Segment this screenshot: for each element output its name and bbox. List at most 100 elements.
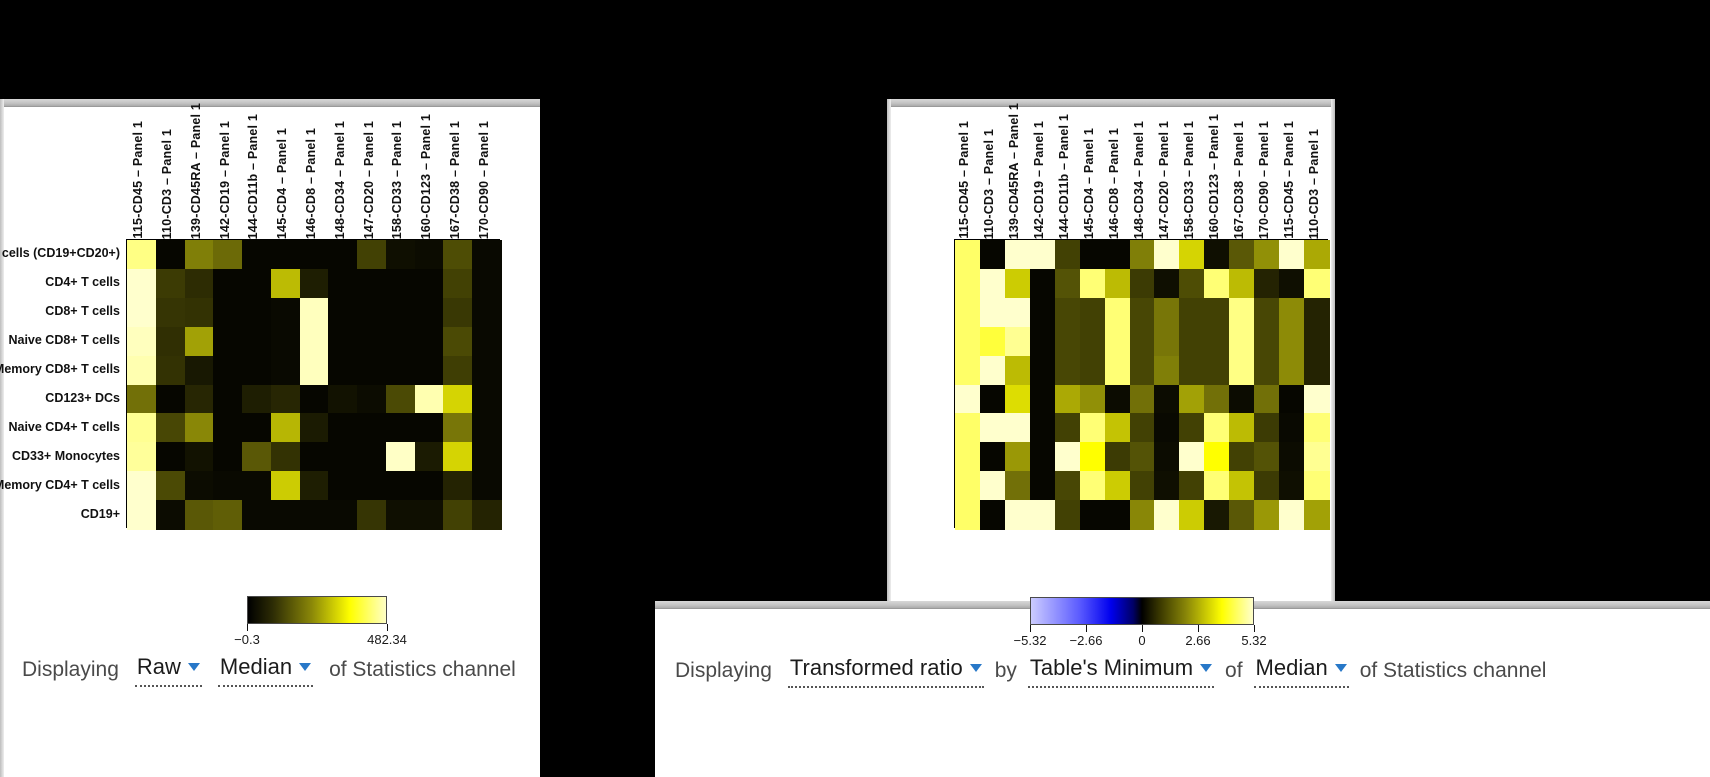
heatmap-cell[interactable] (1054, 500, 1081, 530)
heatmap-cell[interactable] (270, 326, 301, 357)
heatmap-cell[interactable] (184, 326, 214, 357)
heatmap-cell[interactable] (213, 240, 243, 270)
heatmap-cell[interactable] (1029, 326, 1056, 357)
heatmap-cell[interactable] (1229, 297, 1255, 328)
heatmap-cell[interactable] (1179, 442, 1205, 472)
heatmap-cell[interactable] (1079, 500, 1106, 530)
heatmap-cell[interactable] (299, 297, 329, 328)
heatmap-cell[interactable] (155, 326, 186, 357)
heatmap-cell[interactable] (1179, 268, 1205, 299)
heatmap-cell[interactable] (443, 384, 473, 414)
heatmap-cell[interactable] (299, 500, 329, 530)
heatmap-cell[interactable] (1204, 500, 1230, 530)
left-statistic-dropdown[interactable]: Raw (134, 654, 202, 687)
heatmap-cell[interactable] (979, 297, 1006, 328)
heatmap-cell[interactable] (979, 268, 1006, 299)
heatmap-cell[interactable] (1004, 471, 1031, 501)
heatmap-cell[interactable] (270, 355, 301, 386)
heatmap-cell[interactable] (1104, 471, 1131, 501)
heatmap-cell[interactable] (1229, 471, 1255, 501)
left-aggregate-dropdown[interactable]: Median (217, 654, 314, 687)
heatmap-cell[interactable] (1204, 240, 1230, 270)
heatmap-cell[interactable] (1154, 268, 1180, 299)
heatmap-cell[interactable] (472, 384, 502, 414)
heatmap-cell[interactable] (955, 355, 981, 386)
heatmap-cell[interactable] (414, 297, 445, 328)
heatmap-cell[interactable] (1104, 326, 1131, 357)
heatmap-cell[interactable] (1079, 384, 1106, 414)
heatmap-cell[interactable] (979, 442, 1006, 472)
heatmap-cell[interactable] (979, 384, 1006, 414)
heatmap-cell[interactable] (979, 471, 1006, 501)
heatmap-cell[interactable] (1154, 297, 1180, 328)
heatmap-cell[interactable] (1079, 355, 1106, 386)
heatmap-cell[interactable] (1254, 240, 1280, 270)
heatmap-cell[interactable] (127, 355, 157, 386)
heatmap-cell[interactable] (1154, 240, 1180, 270)
heatmap-cell[interactable] (1029, 268, 1056, 299)
heatmap-cell[interactable] (1304, 384, 1330, 414)
heatmap-cell[interactable] (414, 240, 445, 270)
heatmap-cell[interactable] (127, 384, 157, 414)
heatmap-cell[interactable] (443, 442, 473, 472)
heatmap-cell[interactable] (979, 240, 1006, 270)
heatmap-cell[interactable] (1054, 471, 1081, 501)
heatmap-cell[interactable] (955, 471, 981, 501)
heatmap-cell[interactable] (1254, 500, 1280, 530)
heatmap-cell[interactable] (155, 297, 186, 328)
heatmap-cell[interactable] (1154, 384, 1180, 414)
heatmap-cell[interactable] (184, 240, 214, 270)
heatmap-cell[interactable] (328, 471, 358, 501)
heatmap-cell[interactable] (299, 442, 329, 472)
heatmap-cell[interactable] (1179, 326, 1205, 357)
heatmap-cell[interactable] (1279, 355, 1305, 386)
heatmap-cell[interactable] (184, 413, 214, 443)
heatmap-cell[interactable] (1279, 413, 1305, 443)
heatmap-cell[interactable] (1254, 297, 1280, 328)
heatmap-cell[interactable] (184, 268, 214, 299)
heatmap-cell[interactable] (213, 413, 243, 443)
heatmap-cell[interactable] (979, 326, 1006, 357)
heatmap-cell[interactable] (1029, 442, 1056, 472)
heatmap-cell[interactable] (155, 413, 186, 443)
heatmap-cell[interactable] (270, 442, 301, 472)
heatmap-cell[interactable] (1279, 500, 1305, 530)
heatmap-cell[interactable] (385, 355, 416, 386)
heatmap-cell[interactable] (328, 413, 358, 443)
heatmap-cell[interactable] (443, 413, 473, 443)
heatmap-cell[interactable] (242, 471, 272, 501)
heatmap-cell[interactable] (1304, 240, 1330, 270)
heatmap-cell[interactable] (1179, 413, 1205, 443)
heatmap-cell[interactable] (1079, 240, 1106, 270)
heatmap-cell[interactable] (1129, 442, 1156, 472)
heatmap-cell[interactable] (1129, 500, 1156, 530)
heatmap-cell[interactable] (127, 297, 157, 328)
heatmap-cell[interactable] (443, 326, 473, 357)
heatmap-cell[interactable] (270, 471, 301, 501)
heatmap-cell[interactable] (213, 326, 243, 357)
heatmap-cell[interactable] (1129, 471, 1156, 501)
heatmap-cell[interactable] (357, 384, 387, 414)
heatmap-cell[interactable] (1054, 326, 1081, 357)
heatmap-cell[interactable] (1104, 442, 1131, 472)
heatmap-cell[interactable] (443, 240, 473, 270)
heatmap-cell[interactable] (1204, 355, 1230, 386)
heatmap-cell[interactable] (328, 326, 358, 357)
heatmap-cell[interactable] (1279, 326, 1305, 357)
heatmap-cell[interactable] (357, 355, 387, 386)
heatmap-cell[interactable] (127, 500, 157, 530)
heatmap-cell[interactable] (979, 355, 1006, 386)
heatmap-cell[interactable] (184, 471, 214, 501)
heatmap-cell[interactable] (1204, 471, 1230, 501)
heatmap-cell[interactable] (1054, 384, 1081, 414)
heatmap-cell[interactable] (1254, 355, 1280, 386)
heatmap-cell[interactable] (385, 240, 416, 270)
heatmap-cell[interactable] (299, 384, 329, 414)
heatmap-cell[interactable] (213, 297, 243, 328)
heatmap-cell[interactable] (1204, 326, 1230, 357)
heatmap-cell[interactable] (242, 384, 272, 414)
heatmap-cell[interactable] (1254, 413, 1280, 443)
heatmap-cell[interactable] (1254, 268, 1280, 299)
heatmap-cell[interactable] (472, 240, 502, 270)
heatmap-cell[interactable] (213, 384, 243, 414)
